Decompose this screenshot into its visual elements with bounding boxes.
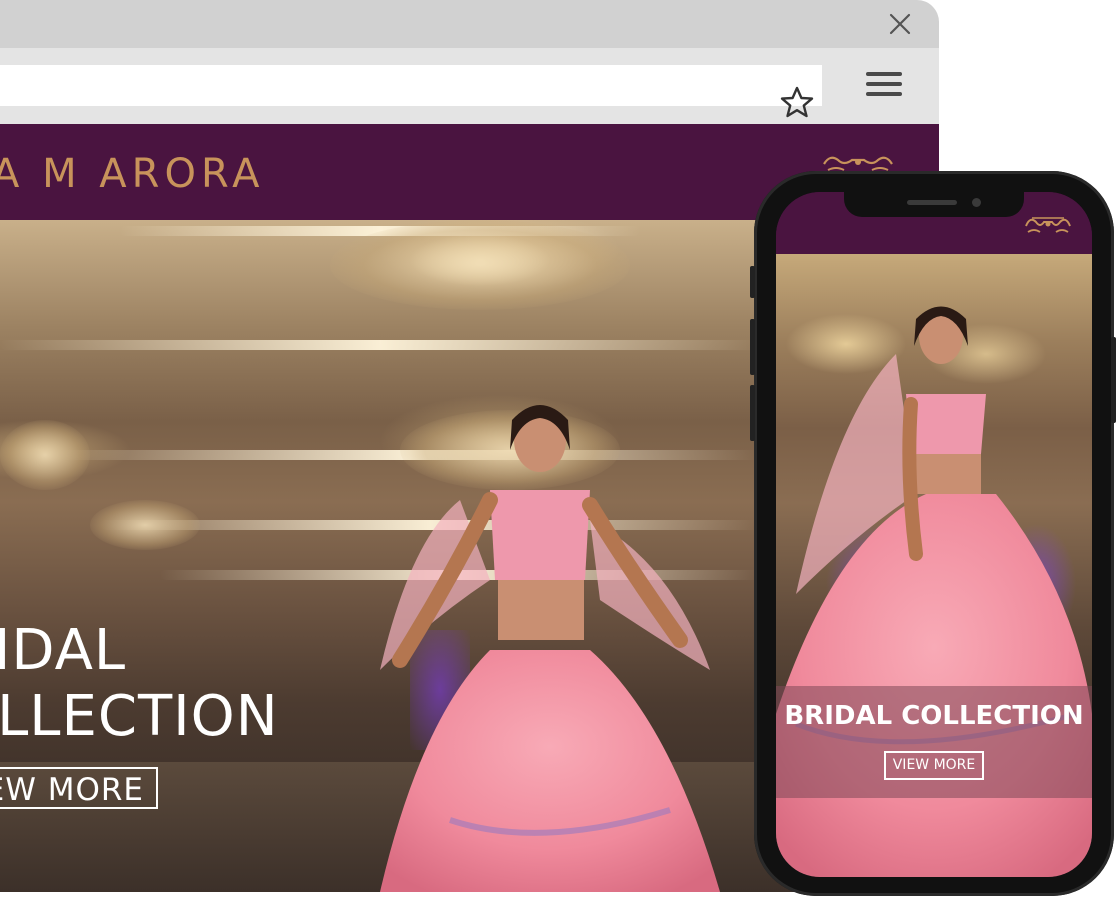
- phone-screen: BRIDAL COLLECTION VIEW MORE: [776, 192, 1092, 877]
- star-icon[interactable]: [778, 84, 816, 122]
- phone-side-button: [750, 319, 755, 375]
- hero-title-line1: RIDAL: [0, 618, 127, 683]
- phone-side-button: [750, 385, 755, 441]
- mobile-hero-banner: BRIDAL COLLECTION VIEW MORE: [776, 254, 1092, 877]
- phone-side-button: [750, 266, 755, 298]
- bride-photo: [380, 405, 720, 892]
- browser-titlebar: [0, 0, 939, 48]
- mobile-hero-title: BRIDAL COLLECTION: [784, 701, 1084, 731]
- ornament-icon[interactable]: [1022, 210, 1074, 238]
- hamburger-menu-icon[interactable]: [866, 72, 902, 100]
- phone-speaker: [907, 200, 957, 205]
- close-icon[interactable]: [884, 8, 916, 40]
- mobile-view-more-button[interactable]: VIEW MORE: [884, 751, 984, 780]
- site-logo[interactable]: A M ARORA: [0, 150, 264, 198]
- view-more-button[interactable]: EW MORE: [0, 767, 158, 809]
- phone-notch: [844, 192, 1024, 217]
- hero-title: RIDAL OLLECTION: [0, 618, 279, 750]
- address-bar[interactable]: [0, 65, 822, 118]
- browser-toolbar: [0, 48, 939, 124]
- phone-camera: [972, 198, 981, 207]
- phone-mockup: BRIDAL COLLECTION VIEW MORE: [750, 171, 1116, 896]
- phone-side-button: [1111, 337, 1116, 423]
- hero-title-line2: OLLECTION: [0, 684, 279, 749]
